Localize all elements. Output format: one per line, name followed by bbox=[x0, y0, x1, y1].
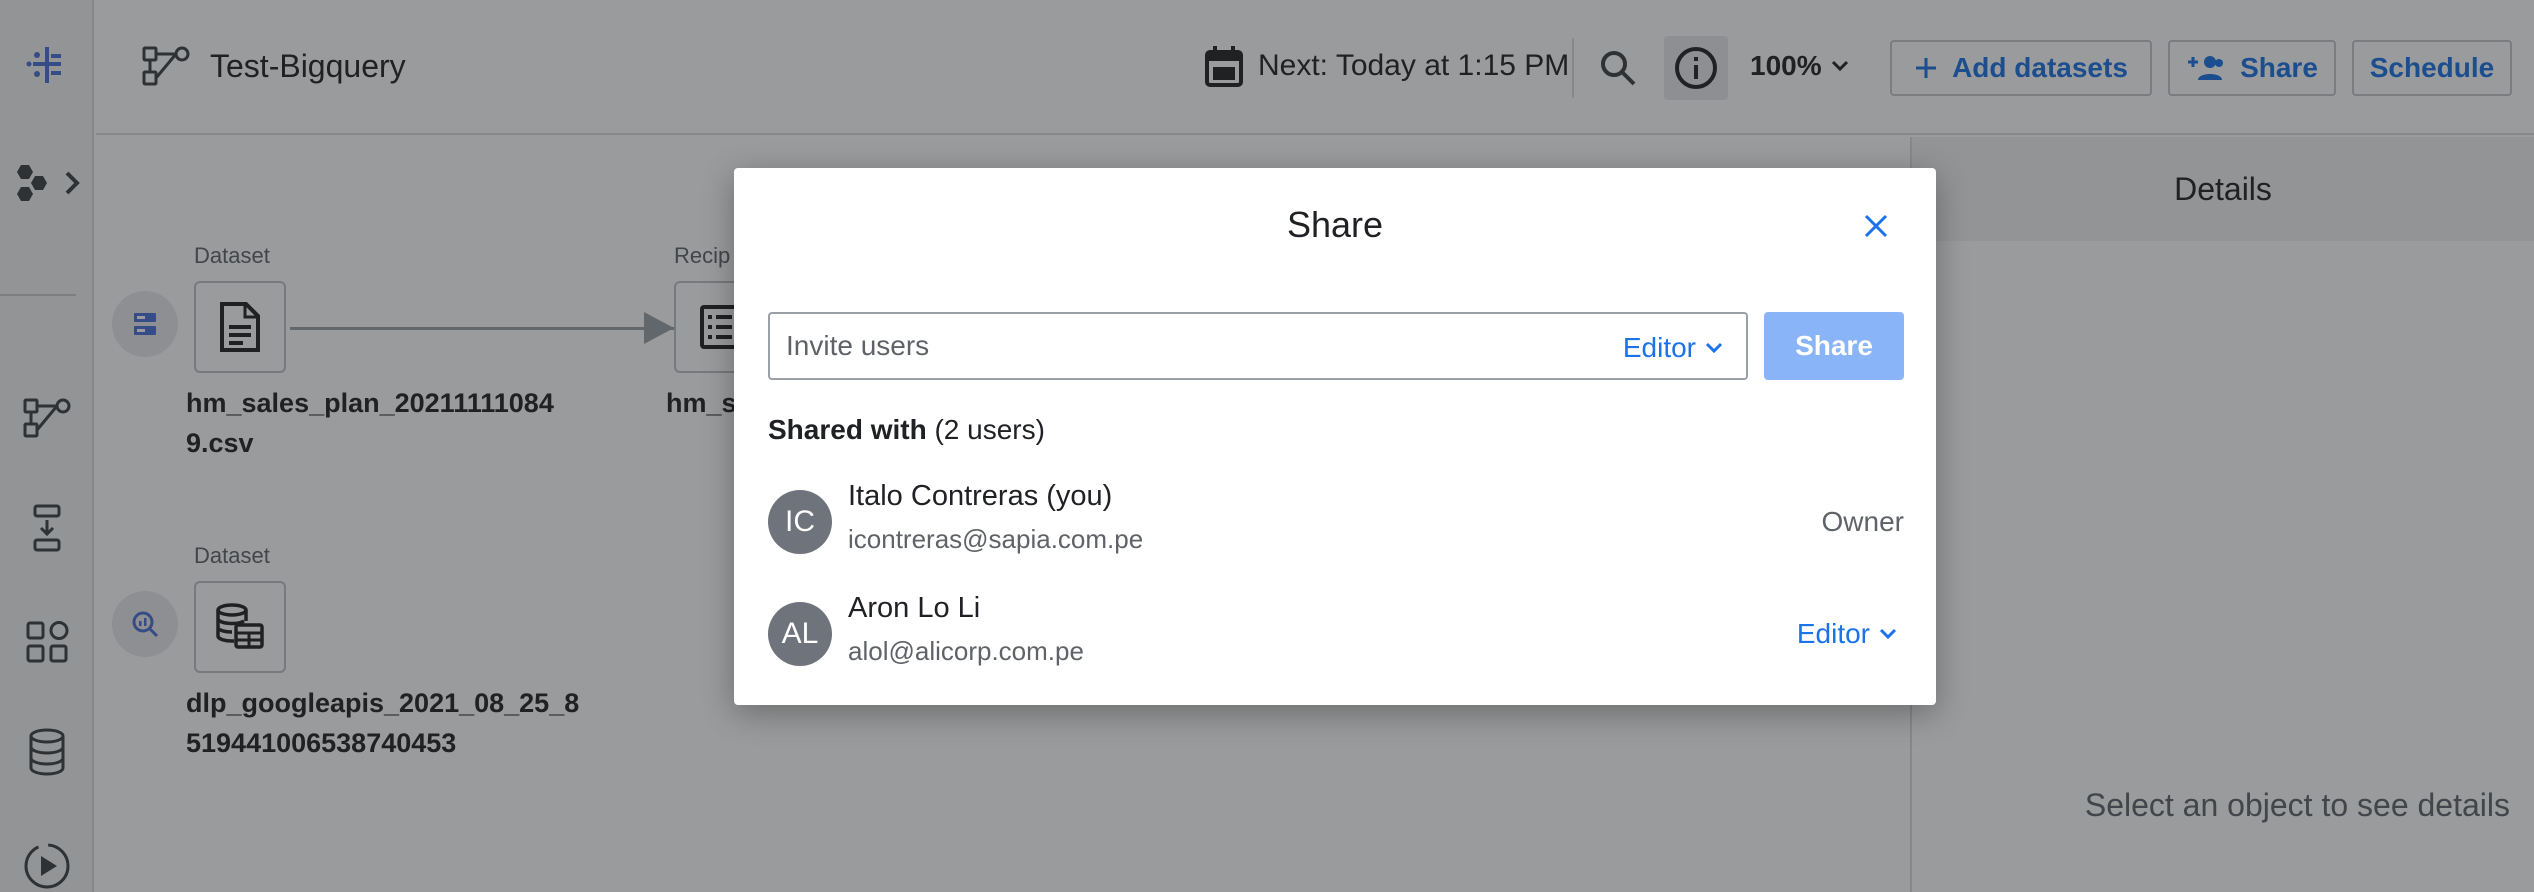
user-email: icontreras@sapia.com.pe bbox=[848, 524, 1144, 554]
invite-role-label: Editor bbox=[1622, 332, 1696, 363]
avatar: AL bbox=[768, 602, 832, 666]
user-role-label: Editor bbox=[1796, 618, 1870, 649]
user-role-owner: Owner bbox=[1821, 506, 1904, 537]
user-name: Italo Contreras (you) bbox=[848, 480, 1113, 512]
shared-user-row: IC Italo Contreras (you) icontreras@sapi… bbox=[768, 480, 1904, 570]
shared-user-row: AL Aron Lo Li alol@alicorp.com.pe Editor bbox=[768, 592, 1904, 682]
close-icon bbox=[1864, 214, 1888, 238]
avatar: IC bbox=[768, 490, 832, 554]
share-submit-button[interactable]: Share bbox=[1764, 312, 1904, 380]
share-dialog: Share Editor Share Shared with (2 users)… bbox=[734, 168, 1936, 705]
invite-field: Editor bbox=[768, 312, 1748, 380]
shared-count: (2 users) bbox=[934, 414, 1045, 445]
chevron-down-icon bbox=[1705, 342, 1723, 354]
user-email: alol@alicorp.com.pe bbox=[848, 636, 1084, 666]
user-role-select[interactable]: Editor bbox=[1797, 618, 1898, 650]
invite-role-select[interactable]: Editor bbox=[1623, 332, 1724, 364]
close-button[interactable] bbox=[1856, 206, 1896, 246]
shared-with-label: Shared with bbox=[768, 414, 927, 445]
chevron-down-icon bbox=[1879, 628, 1897, 640]
invite-users-input[interactable] bbox=[786, 324, 1546, 368]
user-name: Aron Lo Li bbox=[848, 592, 981, 624]
shared-with-heading: Shared with (2 users) bbox=[768, 414, 1045, 446]
dialog-title: Share bbox=[1286, 204, 1384, 245]
